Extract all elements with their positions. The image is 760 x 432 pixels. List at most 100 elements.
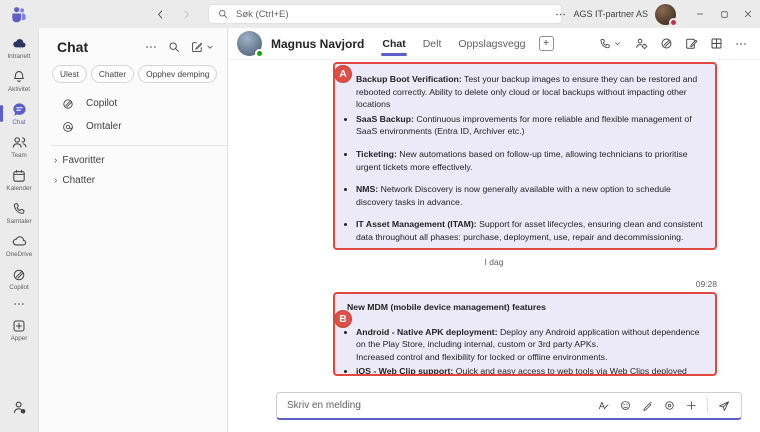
message-bubble-b[interactable]: New MDM (mobile device management) featu… xyxy=(333,292,717,376)
chevron-right-icon: › xyxy=(54,154,58,166)
chat-item-copilot[interactable]: Copilot xyxy=(39,92,227,115)
sidebar-item-onedrive[interactable]: OneDrive xyxy=(0,229,38,262)
contact-name[interactable]: Magnus Navjord xyxy=(271,37,364,51)
conversation-tabs: Chat Delt Oppslagsvegg xyxy=(381,29,526,59)
global-search[interactable] xyxy=(208,4,562,24)
send-button[interactable] xyxy=(717,399,731,413)
close-button[interactable] xyxy=(736,0,760,28)
notes-button[interactable] xyxy=(684,36,699,51)
search-input[interactable] xyxy=(236,8,553,20)
more-dots-icon xyxy=(556,13,565,15)
user-avatar[interactable] xyxy=(655,3,678,27)
available-status-dot xyxy=(255,49,264,58)
mention-icon xyxy=(63,121,73,132)
date-divider: I dag xyxy=(484,257,504,267)
panel-divider xyxy=(51,145,227,146)
message-input[interactable] xyxy=(277,400,597,411)
sidebar-item-samtaler[interactable]: Samtaler xyxy=(0,196,38,229)
loop-component-button[interactable] xyxy=(663,399,676,412)
apps-grid-button[interactable] xyxy=(709,36,724,51)
tab-oppslagsvegg[interactable]: Oppslagsvegg xyxy=(457,29,526,59)
conversation-pane: Magnus Navjord Chat Delt Oppslagsvegg + xyxy=(228,28,760,432)
sidebar-item-team[interactable]: Team xyxy=(0,130,38,163)
sidebar-item-intranett[interactable]: Intranett xyxy=(0,31,38,64)
sidebar-item-chat[interactable]: Chat xyxy=(0,97,38,130)
minimize-button[interactable] xyxy=(688,0,712,28)
chevron-down-icon xyxy=(615,42,620,45)
add-people-button[interactable] xyxy=(634,36,649,51)
sidebar-item-copilot[interactable]: Copilot xyxy=(0,262,38,295)
people-icon xyxy=(12,137,27,148)
titlebar-right: AGS IT-partner AS xyxy=(549,0,760,28)
message-b-title: New MDM (mobile device management) featu… xyxy=(347,302,546,312)
chat-item-omtaler[interactable]: Omtaler xyxy=(39,115,227,138)
copilot-icon xyxy=(13,269,25,280)
message-bubble-a[interactable]: Backup Boot Verification: Test your back… xyxy=(333,62,717,250)
call-button[interactable] xyxy=(598,37,622,51)
chevron-down-icon xyxy=(207,45,213,49)
group-chatter[interactable]: › Chatter xyxy=(39,170,227,190)
back-button[interactable] xyxy=(152,6,168,22)
chat-search-icon[interactable] xyxy=(167,40,181,54)
sidebar-item-kalender[interactable]: Kalender xyxy=(0,163,38,196)
compose-box[interactable] xyxy=(276,392,742,420)
phone-icon xyxy=(13,202,25,214)
titlebar-more-button[interactable] xyxy=(549,8,571,21)
message-bullet: Android - Native APK deployment: Deploy … xyxy=(356,326,706,364)
message-bullet: SaaS Backup: Continuous improvements for… xyxy=(356,113,706,138)
filter-unmute-pill[interactable]: Opphev demping xyxy=(138,65,218,83)
chat-item-label: Copilot xyxy=(86,98,118,109)
busy-status-dot xyxy=(669,17,678,27)
format-button[interactable] xyxy=(597,399,610,412)
teams-logo-icon xyxy=(0,5,38,23)
tab-delt[interactable]: Delt xyxy=(422,29,443,59)
message-bullet: Ticketing: New automations based on foll… xyxy=(356,148,706,173)
app-rail: Intranett Aktivitet Chat Team Kalender S… xyxy=(0,28,38,432)
compose-area xyxy=(228,392,760,432)
emoji-button[interactable] xyxy=(619,399,632,412)
calendar-icon xyxy=(13,169,25,182)
compose-pen-icon xyxy=(192,42,203,53)
chat-list-panel: Chat Ulest Chatter Opphev demping Copilo… xyxy=(38,28,228,432)
annotation-badge-a: A xyxy=(334,65,352,83)
new-chat-button[interactable] xyxy=(190,40,215,54)
message-bullet: IT Asset Management (ITAM): Support for … xyxy=(356,218,706,243)
conversation-more-button[interactable] xyxy=(734,37,748,51)
chat-filters: Ulest Chatter Opphev demping xyxy=(39,62,227,92)
attach-plus-button[interactable] xyxy=(685,399,698,412)
copilot-icon xyxy=(63,98,73,109)
compose-divider xyxy=(707,398,708,413)
panel-title: Chat xyxy=(57,39,89,55)
bell-icon xyxy=(14,70,24,82)
add-tab-button[interactable]: + xyxy=(538,36,554,51)
message-a-bullets: Backup Boot Verification: Test your back… xyxy=(343,73,706,244)
teams-app-window: AGS IT-partner AS Intranett Akt xyxy=(0,0,760,432)
more-dots-icon xyxy=(14,303,24,305)
filter-chats-pill[interactable]: Chatter xyxy=(90,65,135,83)
onedrive-cloud-icon xyxy=(12,236,26,246)
cloud-icon xyxy=(12,39,26,48)
tab-chat[interactable]: Chat xyxy=(381,29,408,59)
forward-button[interactable] xyxy=(178,6,194,22)
contact-avatar[interactable] xyxy=(237,31,264,58)
pen-sparkle-button[interactable] xyxy=(641,399,654,412)
filter-unread-pill[interactable]: Ulest xyxy=(52,65,87,83)
message-bullet: NMS: Network Discovery is now generally … xyxy=(356,183,706,208)
search-icon xyxy=(219,10,228,19)
rail-more-button[interactable] xyxy=(0,295,38,313)
titlebar: AGS IT-partner AS xyxy=(0,0,760,28)
filter-more-button[interactable] xyxy=(144,40,158,54)
message-bullet: Backup Boot Verification: Test your back… xyxy=(356,73,706,111)
annotation-badge-b: B xyxy=(334,310,352,328)
message-list: Backup Boot Verification: Test your back… xyxy=(228,60,760,392)
maximize-button[interactable] xyxy=(712,0,736,28)
invite-people-button[interactable] xyxy=(0,394,38,420)
apps-plus-icon xyxy=(13,320,25,331)
message-timestamp: 09:28 xyxy=(695,279,717,289)
group-favoritter[interactable]: › Favoritter xyxy=(39,150,227,170)
sidebar-item-apper[interactable]: Apper xyxy=(0,313,38,346)
nav-arrows xyxy=(152,6,194,22)
chat-bubble-icon xyxy=(12,103,26,116)
copilot-button[interactable] xyxy=(659,36,674,51)
sidebar-item-aktivitet[interactable]: Aktivitet xyxy=(0,64,38,97)
